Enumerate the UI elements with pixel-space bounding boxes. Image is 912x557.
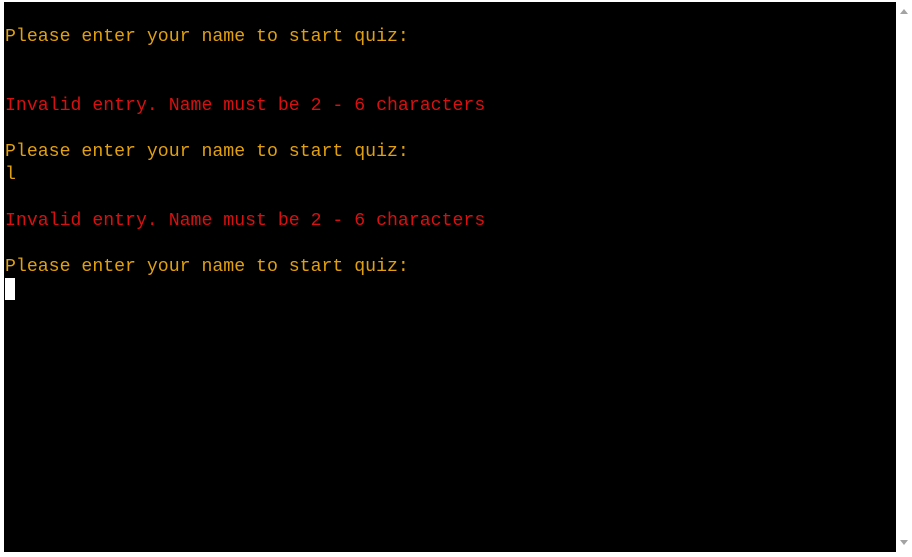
prompt-line-3: Please enter your name to start quiz:: [5, 257, 409, 277]
error-line-1: Invalid entry. Name must be 2 - 6 charac…: [5, 96, 486, 116]
terminal-screen[interactable]: Please enter your name to start quiz: In…: [4, 2, 896, 552]
text-cursor[interactable]: [5, 278, 15, 300]
vertical-scrollbar[interactable]: [897, 0, 912, 557]
scroll-up-arrow-icon[interactable]: [900, 9, 908, 14]
input-line-2: l: [5, 165, 16, 185]
scroll-down-arrow-icon[interactable]: [900, 540, 908, 545]
prompt-line-1: Please enter your name to start quiz:: [5, 27, 409, 47]
browser-viewport: Please enter your name to start quiz: In…: [0, 0, 912, 557]
error-line-2: Invalid entry. Name must be 2 - 6 charac…: [5, 211, 486, 231]
prompt-line-2: Please enter your name to start quiz:: [5, 142, 409, 162]
